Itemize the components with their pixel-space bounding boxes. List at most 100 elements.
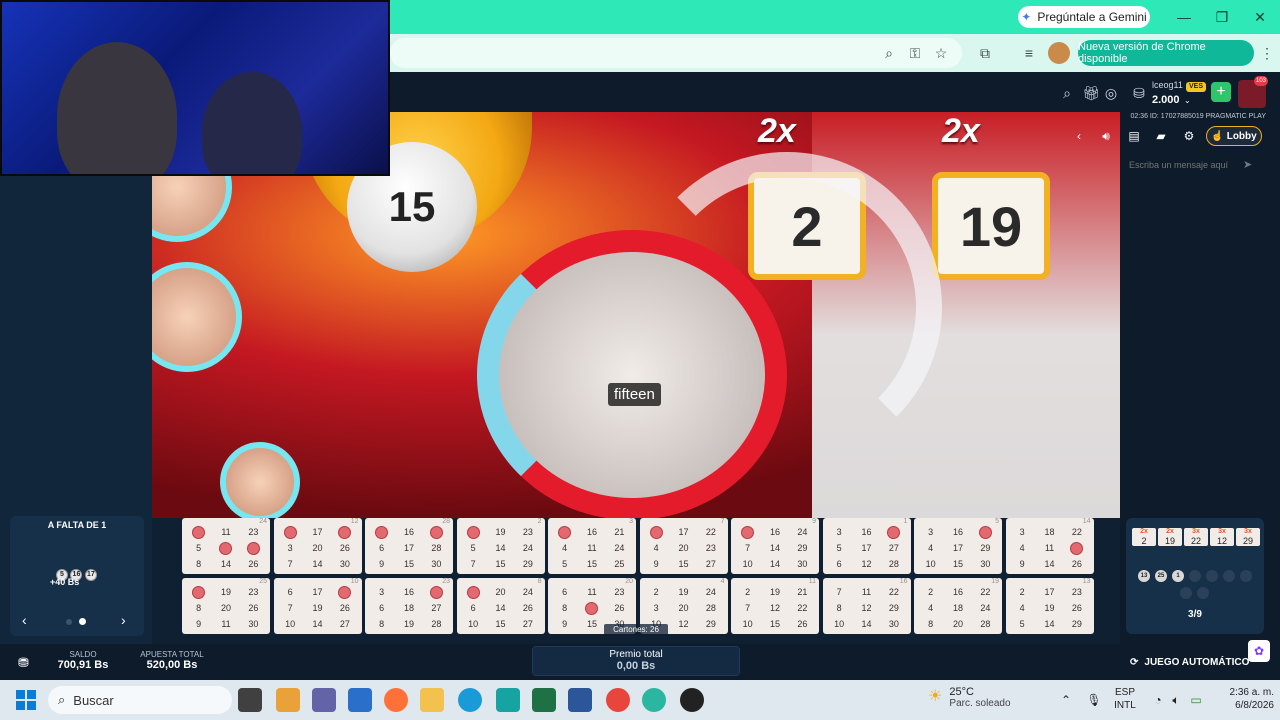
microphone-icon[interactable]: 🎙︎ [1086, 692, 1102, 708]
lobby-button[interactable]: ☝ Lobby [1206, 126, 1262, 146]
cell-number: 14 [220, 559, 231, 569]
cell-number: 8 [379, 619, 385, 629]
volume-icon[interactable]: 🔊︎ [1095, 126, 1117, 146]
weather-widget[interactable]: ☀ 25°C Parc. soleado [928, 686, 1011, 709]
key-icon[interactable]: ⚿ [904, 42, 926, 64]
firefox-icon[interactable] [384, 688, 408, 712]
card-cell: 27 [880, 540, 907, 556]
chips-icon[interactable]: ⛃ [18, 655, 29, 671]
card-cell: 17 [304, 584, 331, 600]
card-cell: 26 [789, 616, 816, 632]
store-icon[interactable] [348, 688, 372, 712]
excel-icon[interactable] [532, 688, 556, 712]
wifi-icon[interactable]: ◔ [1150, 692, 1166, 708]
card-cell: 12 [853, 556, 880, 572]
star-icon[interactable]: ☆ [930, 42, 952, 64]
card-cell: 24 [697, 584, 724, 600]
zoom-icon[interactable]: ⌕ [878, 42, 900, 64]
card-cell: 8 [368, 616, 395, 632]
minimize-icon[interactable]: — [1166, 6, 1202, 28]
cell-number: 4 [562, 543, 568, 553]
cell-number: 29 [705, 619, 716, 629]
app-record-icon[interactable] [680, 688, 704, 712]
windows-start-icon[interactable] [16, 690, 36, 710]
cell-number: 23 [614, 587, 625, 597]
cell-number: 27 [431, 603, 442, 613]
plus-icon: + [1216, 83, 1226, 100]
card-cell: 24 [789, 524, 816, 540]
cell-number: 5 [470, 543, 476, 553]
chevron-up-icon[interactable]: ⌃ [1058, 692, 1074, 708]
card-cell: 12 [761, 600, 788, 616]
card-cell: 17 [670, 524, 697, 540]
card-cell: 5 [1009, 616, 1036, 632]
word-icon[interactable] [568, 688, 592, 712]
cell-number: 27 [888, 543, 899, 553]
history-icon[interactable]: ▤ [1123, 126, 1145, 146]
card-cell: 26 [1063, 556, 1090, 572]
system-clock[interactable]: 2:36 a. m. 6/8/2026 [1214, 686, 1274, 712]
game-widget-icon[interactable]: ✿ [1248, 640, 1270, 662]
extensions-icon[interactable]: ⧉ [974, 42, 996, 64]
pager-dot-active[interactable] [79, 618, 86, 625]
chrome-icon[interactable] [606, 688, 630, 712]
kebab-menu-icon[interactable]: ⋮ [1256, 42, 1278, 64]
pending-ball-slot [1240, 570, 1252, 582]
cell-number: 15 [769, 619, 780, 629]
balance-label: SALDO [69, 650, 97, 659]
language-indicator[interactable]: ESP INTL [1110, 686, 1140, 712]
card-cell: 8 [917, 616, 944, 632]
card-cell: 26 [1063, 600, 1090, 616]
profile-avatar[interactable] [1048, 42, 1070, 64]
chevron-left-icon[interactable]: ‹ [1068, 126, 1090, 146]
chat-icon[interactable]: ▰ [1150, 126, 1172, 146]
edge-icon[interactable] [458, 688, 482, 712]
cell-number: 6 [470, 603, 476, 613]
cell-number: 20 [678, 603, 689, 613]
send-icon[interactable]: ➤ [1243, 158, 1252, 171]
cell-number: 6 [287, 587, 293, 597]
chat-input[interactable] [1124, 154, 1262, 176]
copilot-icon[interactable] [276, 688, 300, 712]
chevron-left-icon[interactable]: ‹ [22, 612, 27, 628]
cell-number: 8 [836, 603, 842, 613]
autoplay-button[interactable]: ⟳ JUEGO AUTOMÁTICO [1130, 652, 1256, 672]
card-cell: 19 [761, 584, 788, 600]
cell-number: 7 [287, 559, 293, 569]
card-cell: 24 [606, 540, 633, 556]
support-icon[interactable]: ◎ [1100, 82, 1122, 104]
gemini-button[interactable]: ✦ Pregúntale a Gemini [1018, 6, 1150, 28]
teams-icon[interactable] [312, 688, 336, 712]
close-icon[interactable]: ✕ [1242, 6, 1278, 28]
battery-icon[interactable]: ▭ [1188, 692, 1204, 708]
card-cell: 26 [331, 540, 358, 556]
address-bar[interactable] [390, 38, 962, 68]
pager-dot[interactable] [66, 619, 72, 625]
card-cell: 15 [487, 556, 514, 572]
card-cell: 9 [551, 616, 578, 632]
volume-icon[interactable]: 🔈︎ [1168, 692, 1184, 708]
card-cell: 29 [972, 540, 999, 556]
card-cell: 16 [761, 524, 788, 540]
cell-number: 6 [379, 603, 385, 613]
card-cell-marked [331, 524, 358, 540]
gear-icon[interactable]: ⚙ [1178, 126, 1200, 146]
restore-icon[interactable]: ❐ [1204, 6, 1240, 28]
media-icon[interactable]: ≡ [1018, 42, 1040, 64]
search-icon[interactable]: ⌕ [1056, 82, 1078, 104]
app-icon[interactable] [496, 688, 520, 712]
cell-number: 14 [769, 559, 780, 569]
chrome-profile-icon[interactable] [642, 688, 666, 712]
bingo-drum [477, 230, 787, 518]
cell-number: 9 [653, 559, 659, 569]
card-cell-marked [734, 524, 761, 540]
taskbar-search[interactable]: ⌕ Buscar [48, 686, 232, 714]
chrome-update-button[interactable]: Nueva versión de Chrome disponible [1078, 40, 1254, 66]
gift-icon[interactable]: 🎁︎ [1080, 82, 1102, 104]
file-explorer-icon[interactable] [420, 688, 444, 712]
card-cell-marked [185, 584, 212, 600]
chevron-right-icon[interactable]: › [121, 612, 126, 628]
falta-title: A FALTA DE 1 [47, 520, 107, 530]
task-view-icon[interactable] [238, 688, 262, 712]
deposit-button[interactable]: + [1211, 82, 1231, 102]
